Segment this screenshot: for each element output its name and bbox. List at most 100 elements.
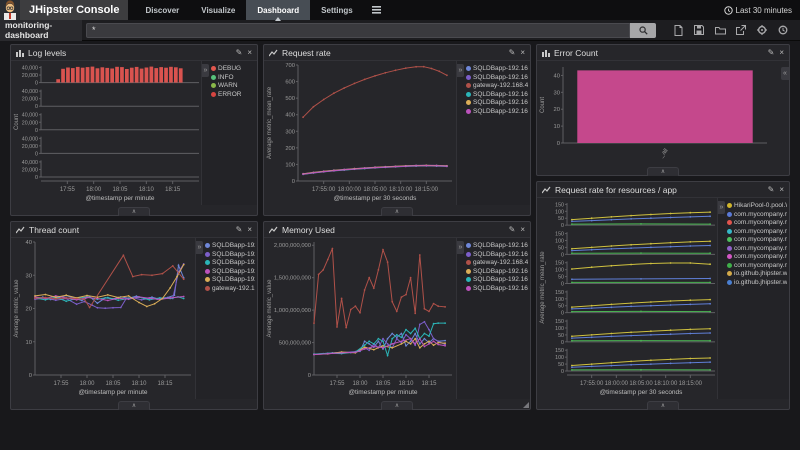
svg-text:17:55:00: 17:55:00 bbox=[312, 187, 336, 193]
legend-item[interactable]: gateway-192.168.43.8... bbox=[466, 259, 528, 266]
legend-item[interactable]: WARN bbox=[211, 82, 255, 89]
svg-text:100: 100 bbox=[555, 297, 564, 303]
panel-header[interactable]: Request rate for resources / app ✎× bbox=[537, 182, 789, 198]
close-icon[interactable]: × bbox=[247, 49, 252, 57]
refresh-clock-icon[interactable] bbox=[777, 24, 789, 36]
legend-item[interactable]: SQLDBapp-192.168.4... bbox=[466, 91, 528, 98]
legend-item[interactable]: SQLDBapp-192.168.4... bbox=[205, 268, 255, 275]
legend-item[interactable]: SQLDBapp-192.168.4... bbox=[205, 259, 255, 266]
search-button[interactable] bbox=[630, 23, 656, 38]
edit-icon[interactable]: ✎ bbox=[509, 226, 516, 234]
edit-icon[interactable]: ✎ bbox=[768, 186, 775, 194]
brand-block[interactable]: JHipster Console bbox=[20, 0, 128, 20]
dashboard-title-tab[interactable]: monitoring-dashboard bbox=[0, 20, 82, 41]
panel-log-levels: Log levels ✎× 17:5518:0018:0518:1018:15@… bbox=[10, 44, 258, 216]
menu-icon[interactable] bbox=[364, 0, 389, 20]
search-input[interactable] bbox=[86, 23, 630, 38]
legend-color-dot bbox=[466, 100, 471, 105]
collapse-panel-chevron[interactable]: ∧ bbox=[118, 401, 150, 410]
panel-header[interactable]: Thread count ✎× bbox=[11, 222, 257, 238]
legend-toggle-icon[interactable]: » bbox=[202, 64, 209, 77]
nav-item-settings[interactable]: Settings bbox=[310, 0, 364, 20]
jhipster-logo[interactable] bbox=[0, 0, 20, 20]
panel-body: 17:5518:0018:0518:1018:15@timestamp per … bbox=[11, 61, 257, 205]
legend-toggle-icon[interactable]: » bbox=[196, 241, 203, 254]
resize-handle[interactable] bbox=[523, 402, 529, 408]
legend-toggle-icon[interactable]: » bbox=[718, 201, 725, 214]
time-picker[interactable]: Last 30 minutes bbox=[724, 0, 800, 20]
legend-item[interactable]: ERROR bbox=[211, 91, 255, 98]
open-folder-icon[interactable] bbox=[714, 24, 726, 36]
legend-item[interactable]: SQLDBapp-192.168.4... bbox=[205, 242, 255, 249]
legend-color-dot bbox=[211, 75, 216, 80]
legend-label: SQLDBapp-192.168.4... bbox=[212, 268, 255, 275]
legend-item[interactable]: SQLDBapp-192.168.4... bbox=[466, 99, 528, 106]
legend-label: SQLDBapp-192.168.4... bbox=[473, 251, 528, 258]
legend-label: gateway-192.168.43.8... bbox=[473, 259, 528, 266]
collapse-panel-chevron[interactable]: ∧ bbox=[647, 167, 679, 176]
nav-item-dashboard[interactable]: Dashboard bbox=[246, 0, 310, 20]
share-icon[interactable] bbox=[735, 24, 747, 36]
legend-item[interactable]: SQLDBapp-192.168.4... bbox=[466, 242, 528, 249]
panel-body: 17:5518:0018:0518:1018:15@timestamp per … bbox=[11, 238, 257, 399]
panel-request-rate: Request rate ✎× 17:55:0018:00:0018:05:00… bbox=[263, 44, 531, 216]
legend-item[interactable]: com.mycompany.myap... bbox=[727, 245, 787, 252]
close-icon[interactable]: × bbox=[779, 49, 784, 57]
settings-gear-icon[interactable] bbox=[756, 24, 768, 36]
svg-text:40,000: 40,000 bbox=[22, 160, 38, 166]
legend-item[interactable]: SQLDBapp-192.168.4... bbox=[466, 74, 528, 81]
legend-item[interactable]: SQLDBapp-192.168.4... bbox=[466, 251, 528, 258]
panel-thread-count: Thread count ✎× 17:5518:0018:0518:1018:1… bbox=[10, 221, 258, 410]
legend-item[interactable]: SQLDBapp-192.168.4... bbox=[466, 268, 528, 275]
legend-label: com.mycompany.myap... bbox=[734, 262, 787, 269]
svg-text:150: 150 bbox=[555, 319, 564, 325]
legend-item[interactable]: SQLDBapp-192.168.4... bbox=[205, 251, 255, 258]
legend-item[interactable]: HikariPool-0.pool.Wait bbox=[727, 202, 787, 209]
legend-item[interactable]: com.mycompany.myap... bbox=[727, 211, 787, 218]
legend-toggle-icon[interactable]: » bbox=[457, 64, 464, 77]
panel-header[interactable]: Request rate ✎× bbox=[264, 45, 530, 61]
legend-item[interactable]: com.mycompany.myap... bbox=[727, 253, 787, 260]
close-icon[interactable]: × bbox=[520, 49, 525, 57]
legend-item[interactable]: com.mycompany.myap... bbox=[727, 228, 787, 235]
new-dashboard-icon[interactable] bbox=[672, 24, 684, 36]
legend-item[interactable]: gateway-192.168.43.8... bbox=[466, 82, 528, 89]
svg-text:50: 50 bbox=[558, 216, 564, 222]
edit-icon[interactable]: ✎ bbox=[236, 49, 243, 57]
edit-icon[interactable]: ✎ bbox=[768, 49, 775, 57]
nav-item-discover[interactable]: Discover bbox=[134, 0, 190, 20]
legend-item[interactable]: SQLDBapp-192.168.4... bbox=[466, 276, 528, 283]
legend-item[interactable]: DEBUG bbox=[211, 65, 255, 72]
collapse-panel-chevron[interactable]: ∧ bbox=[118, 207, 150, 216]
panel-header[interactable]: Error Count ✎× bbox=[537, 45, 789, 61]
error-count-chart: Count403020100_all bbox=[537, 61, 777, 165]
edit-icon[interactable]: ✎ bbox=[236, 226, 243, 234]
legend-item[interactable]: SQLDBapp-192.168.4... bbox=[466, 65, 528, 72]
save-icon[interactable] bbox=[693, 24, 705, 36]
legend-toggle-icon[interactable]: » bbox=[457, 241, 464, 254]
thread-count-chart: 17:5518:0018:0518:1018:15@timestamp per … bbox=[11, 238, 195, 399]
legend-item[interactable]: SQLDBapp-192.168.4... bbox=[205, 276, 255, 283]
legend-item[interactable]: SQLDBapp-192.168.4... bbox=[466, 108, 528, 115]
legend-item[interactable]: gateway-192.168.43.8... bbox=[205, 285, 255, 292]
legend-item[interactable]: SQLDBapp-192.168.4... bbox=[466, 285, 528, 292]
nav-item-visualize[interactable]: Visualize bbox=[190, 0, 246, 20]
collapse-panel-chevron[interactable]: ∧ bbox=[381, 207, 413, 216]
legend-item[interactable]: io.github.jhipster.web.r... bbox=[727, 270, 787, 277]
legend-item[interactable]: com.mycompany.myap... bbox=[727, 219, 787, 226]
legend-item[interactable]: com.mycompany.myap... bbox=[727, 236, 787, 243]
legend-item[interactable]: com.mycompany.myap... bbox=[727, 262, 787, 269]
close-icon[interactable]: × bbox=[779, 186, 784, 194]
close-icon[interactable]: × bbox=[247, 226, 252, 234]
collapse-panel-chevron[interactable]: ∧ bbox=[381, 401, 413, 410]
collapse-panel-chevron[interactable]: ∧ bbox=[647, 401, 679, 410]
panel-header[interactable]: Log levels ✎× bbox=[11, 45, 257, 61]
svg-text:500: 500 bbox=[285, 96, 295, 102]
close-icon[interactable]: × bbox=[520, 226, 525, 234]
legend-toggle-icon[interactable]: « bbox=[781, 67, 789, 80]
panel-header[interactable]: Memory Used ✎× bbox=[264, 222, 530, 238]
svg-text:2,000,000,000: 2,000,000,000 bbox=[274, 243, 311, 249]
legend-item[interactable]: INFO bbox=[211, 74, 255, 81]
legend-item[interactable]: io.github.jhipster.web.r... bbox=[727, 279, 787, 286]
edit-icon[interactable]: ✎ bbox=[509, 49, 516, 57]
